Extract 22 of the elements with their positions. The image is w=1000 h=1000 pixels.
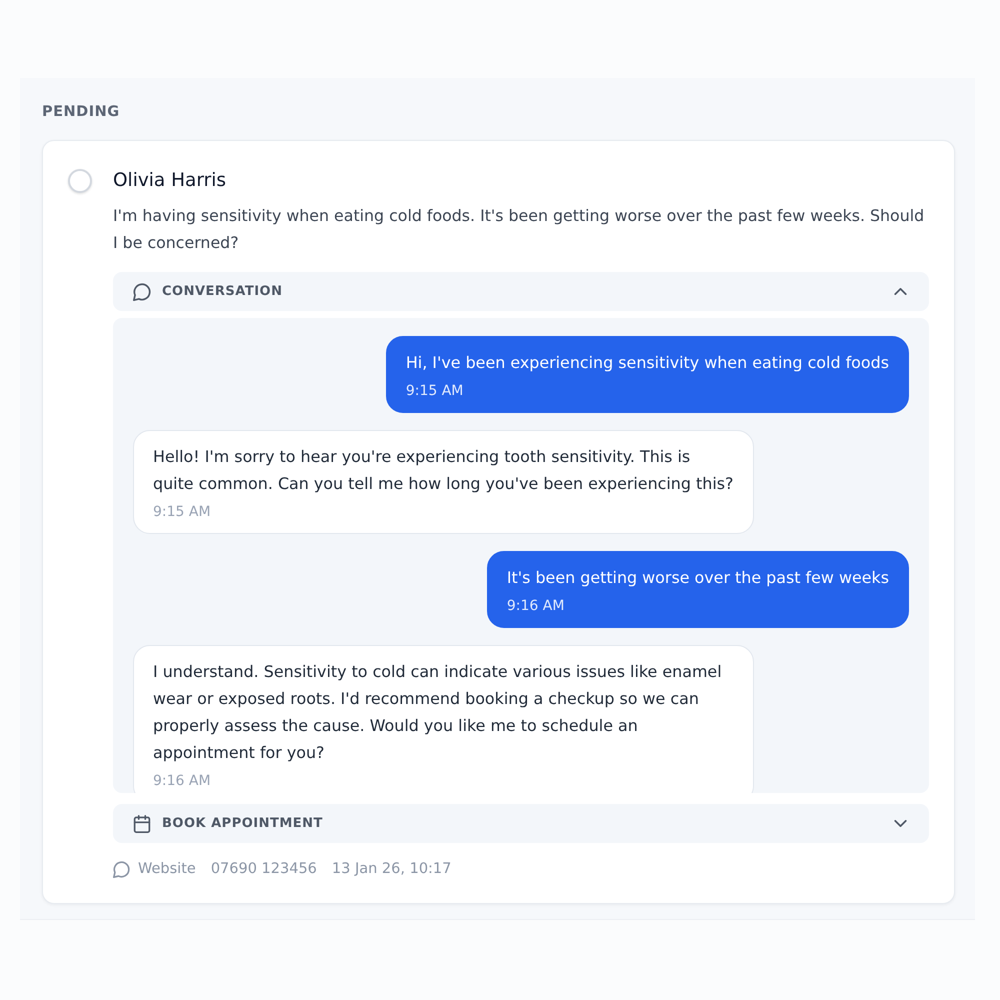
message-text: I understand. Sensitivity to cold can indicate various issues like enamel wear or exposed roots. I'd recommend booking a checkup so we can properly assess the cause. Would you like me to schedule an appointment for you?: [153, 661, 723, 764]
contact-name: Olivia Harris: [113, 169, 226, 193]
conversation-toggle[interactable]: CONVERSATION: [113, 272, 929, 311]
calendar-icon: [133, 814, 151, 832]
book-appointment-toggle[interactable]: BOOK APPOINTMENT: [113, 804, 929, 843]
message-time: 9:15 AM: [406, 382, 464, 401]
source-label: Website: [138, 860, 196, 879]
message-time: 9:15 AM: [153, 503, 212, 522]
phone-number: 07690 123456: [210, 860, 317, 879]
section-title: PENDING: [42, 103, 120, 122]
chevron-up-icon: [894, 288, 907, 295]
message-time: 9:16 AM: [153, 772, 212, 791]
chevron-down-icon: [894, 820, 907, 827]
message-text: I'm having sensitivity when eating cold foods. It's been getting worse over the past few weeks. Should I be concerned?: [113, 205, 926, 254]
received-date: 13 Jan 26, 10:17: [332, 860, 452, 879]
message-text: Hello! I'm sorry to hear you're experiencing tooth sensitivity. This is quite common. Can you tell me how long you've been experiencing this?: [153, 446, 734, 495]
message-time: 9:16 AM: [506, 597, 566, 616]
checkbox[interactable]: [68, 169, 92, 193]
message-text: Hi, I've been experiencing sensitivity when eating cold foods: [406, 352, 889, 374]
chat-bubble-icon: [133, 282, 151, 300]
chat-bubble-icon: [113, 860, 130, 878]
message-text: It's been getting worse over the past few weeks: [506, 567, 889, 589]
